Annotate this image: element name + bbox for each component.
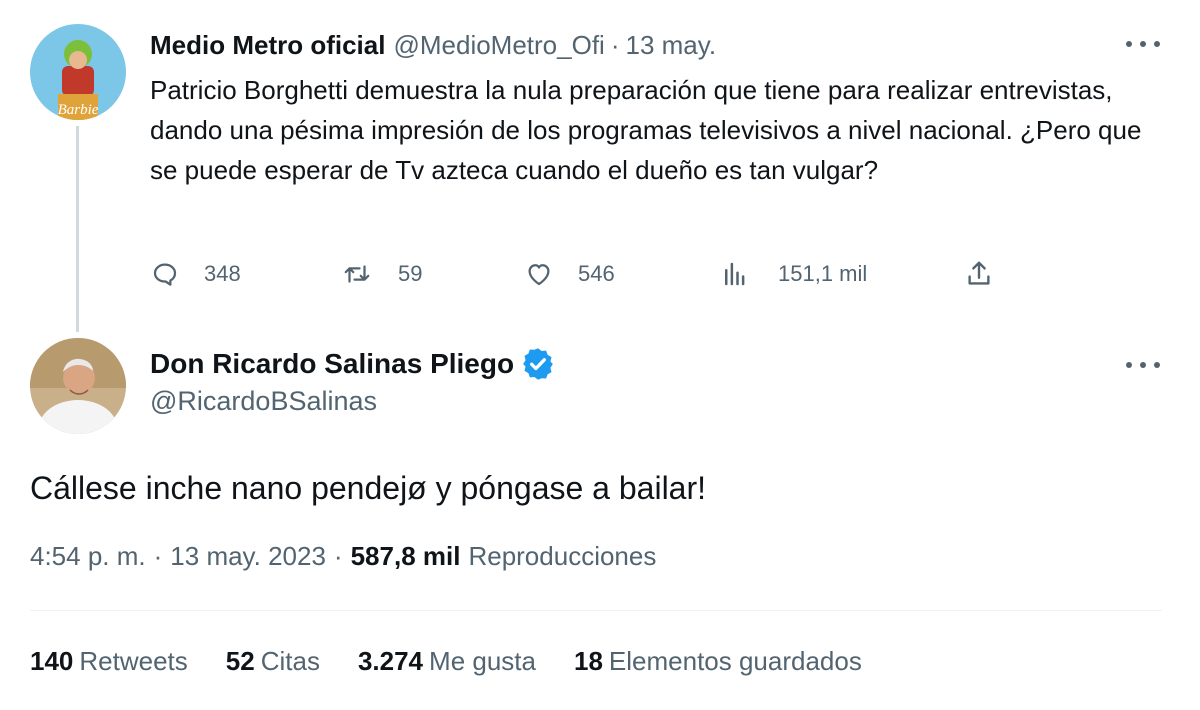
retweet-icon xyxy=(344,265,370,283)
analytics-icon xyxy=(725,262,745,286)
stat-bookmarks-label: Elementos guardados xyxy=(608,646,862,676)
reply-tweet-actions: 348 59 546 151,1 mil xyxy=(150,254,1010,294)
meta-separator: · xyxy=(333,541,343,571)
share-icon xyxy=(968,261,990,285)
reply-author-avatar[interactable]: Barbie xyxy=(30,24,126,120)
main-tweet-text: Cállese inche nano pendejø y póngase a b… xyxy=(30,470,707,506)
reply-count: 348 xyxy=(204,261,241,286)
thread-connector-line xyxy=(76,126,79,332)
avatar-watermark-text: Barbie xyxy=(58,102,99,118)
avatar-image: Barbie xyxy=(30,24,126,120)
avatar-image xyxy=(30,338,126,434)
stat-likes-count: 3.274 xyxy=(357,646,424,676)
tweet-time[interactable]: 4:54 p. m. xyxy=(30,541,146,572)
views-action[interactable]: 151,1 mil xyxy=(720,254,867,294)
tweet-views-label: Reproducciones xyxy=(468,541,657,571)
main-author-avatar[interactable] xyxy=(30,338,126,434)
stat-quotes-label: Citas xyxy=(260,646,320,676)
reply-tweet-text: Patricio Borghetti demuestra la nula pre… xyxy=(150,75,1142,185)
retweet-action[interactable]: 59 xyxy=(342,254,422,294)
retweet-count: 59 xyxy=(398,261,423,286)
main-author-name[interactable]: Don Ricardo Salinas Pliego xyxy=(150,348,514,380)
heart-icon xyxy=(528,264,550,286)
header-separator: · xyxy=(610,30,620,60)
like-count: 546 xyxy=(578,261,615,286)
stat-likes[interactable]: 3.274 Me gusta xyxy=(358,646,536,677)
tweet-date[interactable]: 13 may. 2023 xyxy=(170,541,326,572)
reply-action[interactable]: 348 xyxy=(150,254,241,294)
stat-likes-label: Me gusta xyxy=(429,646,536,676)
main-author-handle[interactable]: @RicardoBSalinas xyxy=(150,386,377,417)
stat-bookmarks-count: 18 xyxy=(573,646,603,676)
main-tweet-more-icon[interactable] xyxy=(1126,360,1160,370)
stats-divider xyxy=(30,610,1162,611)
reply-icon xyxy=(153,263,177,286)
like-action[interactable]: 546 xyxy=(524,254,615,294)
tweet-stats-bar: 140 Retweets 52 Citas 3.274 Me gusta 18 Elem… xyxy=(30,646,900,682)
stat-retweets-label: Retweets xyxy=(79,646,188,676)
reply-author-handle[interactable]: @MedioMetro_Ofi xyxy=(393,30,604,61)
main-tweet-name-row: Don Ricardo Salinas Pliego xyxy=(150,344,556,384)
share-action[interactable] xyxy=(964,254,994,294)
reply-tweet-more-icon[interactable] xyxy=(1126,39,1160,49)
main-tweet-meta: 4:54 p. m. · 13 may. 2023 · 587,8 mil Re… xyxy=(30,541,656,572)
stat-retweets[interactable]: 140 Retweets xyxy=(30,646,188,677)
views-count: 151,1 mil xyxy=(778,261,868,286)
reply-tweet-header: Medio Metro oficial @MedioMetro_Ofi · 13… xyxy=(150,30,716,60)
meta-separator: · xyxy=(153,541,163,571)
verified-badge-icon[interactable] xyxy=(520,346,556,382)
stat-retweets-count: 140 xyxy=(30,646,74,676)
stat-quotes[interactable]: 52 Citas xyxy=(226,646,320,677)
stat-bookmarks[interactable]: 18 Elementos guardados xyxy=(574,646,862,677)
stat-quotes-count: 52 xyxy=(225,646,255,676)
reply-tweet-date[interactable]: 13 may. xyxy=(626,30,717,61)
reply-author-name[interactable]: Medio Metro oficial xyxy=(150,30,385,61)
tweet-views-count: 587,8 mil xyxy=(350,541,461,571)
